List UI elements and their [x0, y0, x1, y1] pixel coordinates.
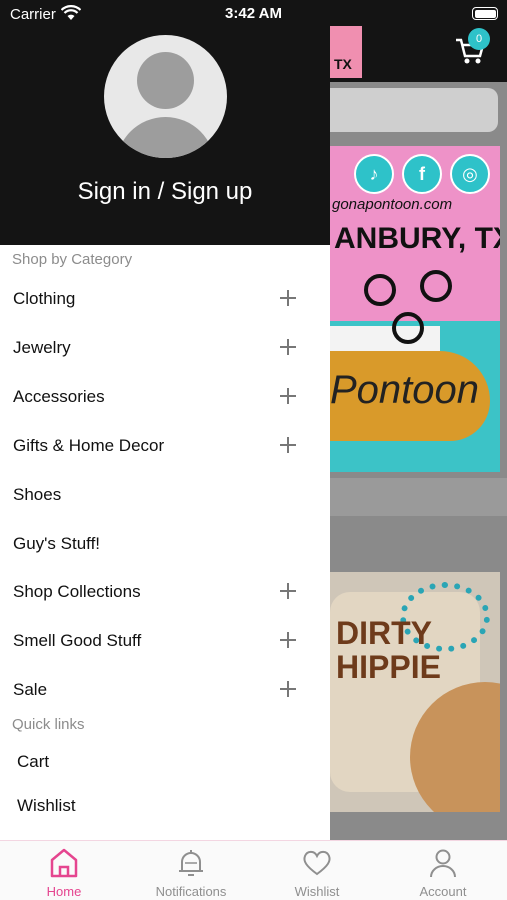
category-shop-collections[interactable]: Shop Collections [0, 572, 330, 612]
quick-link-wishlist[interactable]: Wishlist [0, 788, 330, 824]
quick-link-cart[interactable]: Cart [0, 744, 330, 780]
category-label: Smell Good Stuff [13, 631, 142, 650]
promo-banner[interactable]: ♪ f ◎ gonapontoon.com ANBURY, TX Pontoon [330, 146, 500, 472]
category-shoes[interactable]: Shoes [0, 475, 330, 515]
navigation-drawer: Sign in / Sign up Shop by Category Cloth… [0, 0, 330, 840]
quick-link-label: Wishlist [17, 796, 76, 815]
sign-in-link[interactable]: Sign in / Sign up [0, 178, 330, 206]
quick-links-heading: Quick links [12, 716, 85, 733]
person-icon [430, 849, 456, 878]
category-label: Shop Collections [13, 582, 141, 601]
plus-icon[interactable] [280, 681, 296, 697]
section-divider [330, 478, 507, 516]
category-accessories[interactable]: Accessories [0, 377, 330, 417]
category-label: Shoes [13, 485, 62, 504]
category-smell-good-stuff[interactable]: Smell Good Stuff [0, 621, 330, 661]
category-sale[interactable]: Sale [0, 670, 330, 710]
plus-icon[interactable] [280, 290, 296, 306]
tab-bar: Home Notifications Wishlist Account [0, 840, 507, 900]
instagram-icon[interactable]: ◎ [450, 154, 490, 194]
plus-icon[interactable] [280, 388, 296, 404]
plus-icon[interactable] [280, 632, 296, 648]
quick-link-label: Cart [17, 752, 50, 771]
shop-by-category-heading: Shop by Category [12, 251, 133, 268]
tab-account[interactable]: Account [380, 841, 506, 900]
plus-icon[interactable] [280, 583, 296, 599]
tab-home[interactable]: Home [1, 841, 127, 900]
category-clothing[interactable]: Clothing [0, 279, 330, 319]
category-guys-stuff[interactable]: Guy's Stuff! [0, 524, 330, 564]
status-bar: Carrier 3:42 AM [0, 0, 507, 28]
category-label: Clothing [13, 289, 76, 308]
tiktok-icon[interactable]: ♪ [354, 154, 394, 194]
product-image[interactable]: DIRTY HIPPIE [330, 572, 500, 812]
heart-icon [303, 850, 331, 876]
avatar[interactable] [104, 35, 227, 158]
category-label: Sale [13, 680, 48, 699]
bell-icon [179, 850, 203, 876]
category-gifts-home-decor[interactable]: Gifts & Home Decor [0, 426, 330, 466]
category-label: Jewelry [13, 338, 71, 357]
category-jewelry[interactable]: Jewelry [0, 328, 330, 368]
search-bar[interactable] [318, 88, 498, 132]
facebook-icon[interactable]: f [402, 154, 442, 194]
plus-icon[interactable] [280, 339, 296, 355]
drawer-header: Sign in / Sign up [0, 0, 330, 245]
category-label: Accessories [13, 387, 105, 406]
tab-wishlist[interactable]: Wishlist [254, 841, 380, 900]
tab-notifications[interactable]: Notifications [128, 841, 254, 900]
store-logo: TX [330, 26, 362, 78]
cart-count-badge: 0 [468, 28, 490, 50]
category-label: Guy's Stuff! [13, 534, 101, 553]
category-label: Gifts & Home Decor [13, 436, 165, 455]
clock: 3:42 AM [225, 5, 282, 22]
battery-icon [472, 7, 498, 20]
plus-icon[interactable] [280, 437, 296, 453]
home-icon [50, 848, 78, 878]
